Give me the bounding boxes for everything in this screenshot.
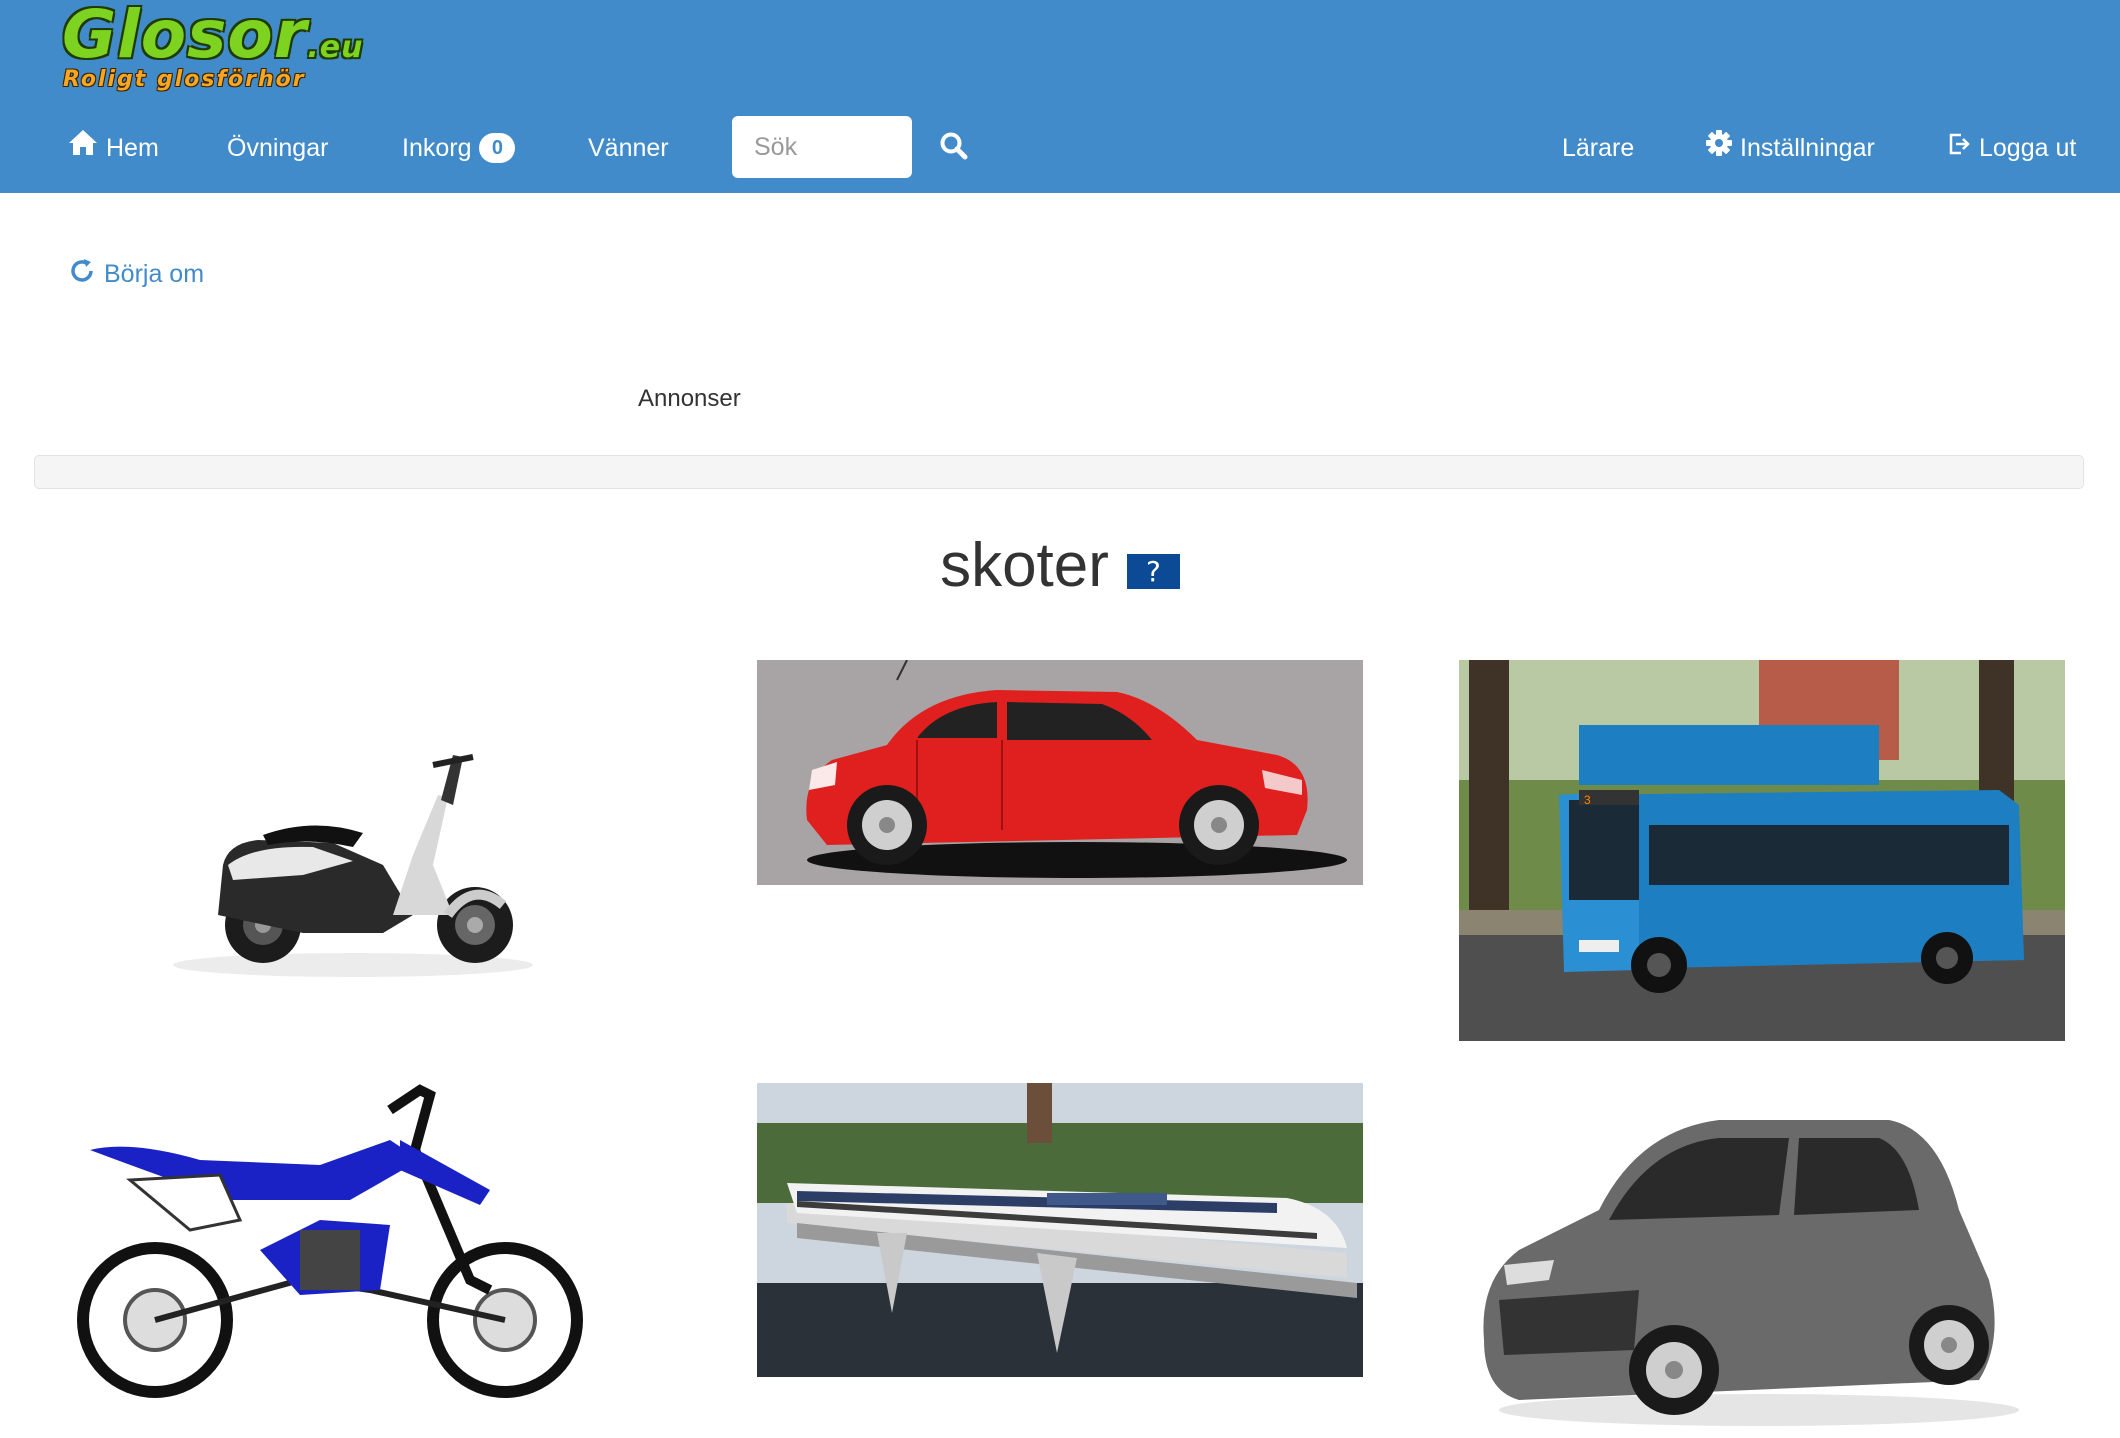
nav-home-label: Hem [106,134,159,162]
gear-icon [1706,128,1732,168]
home-icon [68,128,98,168]
nav-settings[interactable]: Inställningar [1706,128,1875,168]
help-button[interactable]: ? [1126,553,1180,589]
svg-text:3: 3 [1584,793,1591,807]
nav-home[interactable]: Hem [68,128,159,168]
ads-label: Annonser [638,385,741,412]
logo-main-text: Glosor [62,0,308,73]
ad-banner [34,455,2084,489]
logo-tagline: Roligt glosförhör [63,67,306,92]
inbox-count-badge: 0 [479,133,516,163]
nav-friends-label: Vänner [588,134,669,162]
restart-link[interactable]: Börja om [68,256,204,292]
site-logo[interactable]: Glosor.eu Roligt glosförhör [60,0,362,100]
option-image-red-car[interactable] [757,660,1363,885]
nav-inbox-label: Inkorg [402,134,472,162]
option-image-train[interactable] [757,1083,1363,1377]
option-image-motocross[interactable] [70,1080,676,1398]
nav-friends[interactable]: Vänner [588,128,669,168]
nav-exercises[interactable]: Övningar [227,128,328,168]
nav-teachers[interactable]: Lärare [1562,128,1634,168]
option-image-bus[interactable]: 3 [1459,660,2065,1041]
nav-logout-label: Logga ut [1979,134,2077,162]
quiz-word-row: skoter ? [0,525,2120,605]
search-input[interactable] [732,116,912,178]
nav-exercises-label: Övningar [227,134,329,162]
logo-tld: .eu [307,30,364,65]
top-navbar: Glosor.eu Roligt glosförhör Hem Övningar… [0,0,2120,193]
nav-inbox[interactable]: Inkorg 0 [402,128,516,168]
logout-icon [1947,128,1971,168]
restart-label: Börja om [104,259,205,288]
search-icon[interactable] [938,130,970,162]
refresh-icon [68,257,96,292]
option-image-grey-car[interactable] [1459,1080,2065,1438]
option-image-scooter[interactable] [53,665,659,1035]
nav-settings-label: Inställningar [1740,134,1875,162]
nav-teachers-label: Lärare [1562,134,1635,162]
quiz-word: skoter [940,530,1109,600]
nav-logout[interactable]: Logga ut [1947,128,2076,168]
